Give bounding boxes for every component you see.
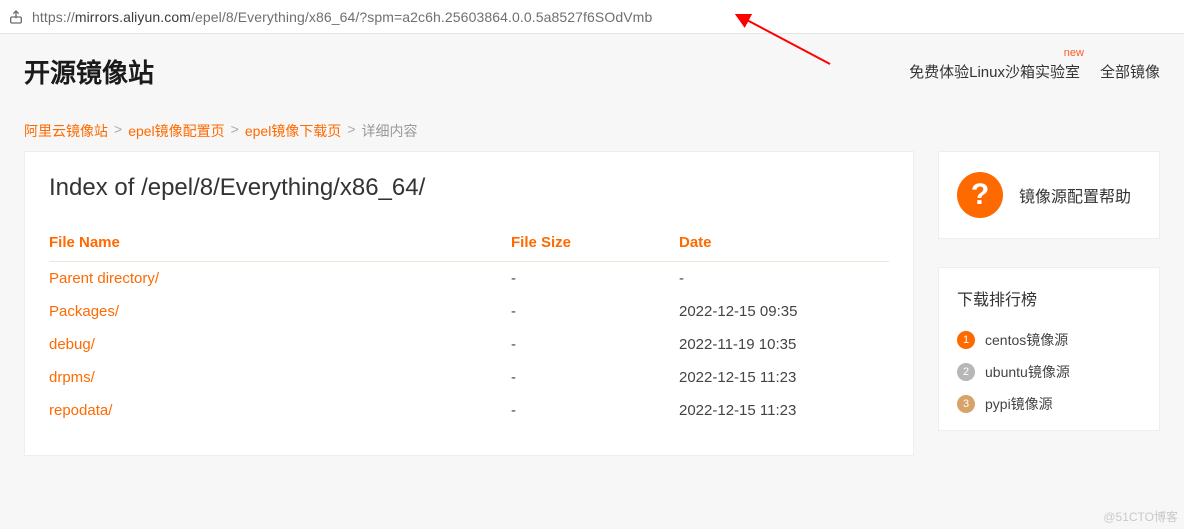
badge-new: new — [1064, 47, 1084, 59]
help-text: 镜像源配置帮助 — [1019, 183, 1131, 207]
watermark: @51CTO博客 — [1103, 508, 1178, 525]
rank-badge: 3 — [957, 395, 975, 413]
table-row: repodata/ -2022-12-15 11:23 — [49, 394, 889, 427]
file-link[interactable]: Packages/ — [49, 303, 119, 320]
file-size: - — [511, 262, 679, 296]
header-link-sandbox[interactable]: new 免费体验Linux沙箱实验室 — [909, 61, 1080, 82]
file-date: 2022-12-15 11:23 — [679, 394, 889, 427]
breadcrumb-item[interactable]: epel镜像配置页 — [128, 121, 224, 141]
file-size: - — [511, 361, 679, 394]
rank-item[interactable]: 3 pypi镜像源 — [957, 388, 1141, 420]
file-date: - — [679, 262, 889, 296]
table-row: Packages/ -2022-12-15 09:35 — [49, 295, 889, 328]
col-header-date[interactable]: Date — [679, 224, 889, 262]
site-header: 开源镜像站 new 免费体验Linux沙箱实验室 全部镜像 — [0, 34, 1184, 109]
browser-url-bar: https://mirrors.aliyun.com/epel/8/Everyt… — [0, 0, 1184, 34]
file-size: - — [511, 394, 679, 427]
site-title[interactable]: 开源镜像站 — [24, 53, 154, 90]
page-title: Index of /epel/8/Everything/x86_64/ — [49, 174, 889, 202]
rank-label: ubuntu镜像源 — [985, 362, 1070, 382]
file-date: 2022-12-15 09:35 — [679, 295, 889, 328]
header-links: new 免费体验Linux沙箱实验室 全部镜像 — [909, 61, 1160, 82]
file-link[interactable]: debug/ — [49, 336, 95, 353]
download-rank-card: 下载排行榜 1 centos镜像源 2 ubuntu镜像源 3 pypi镜像源 — [938, 267, 1160, 431]
file-link[interactable]: repodata/ — [49, 402, 112, 419]
rank-badge: 1 — [957, 331, 975, 349]
breadcrumb-item[interactable]: 阿里云镜像站 — [24, 121, 108, 141]
url-prefix: https:// — [32, 9, 75, 25]
rank-item[interactable]: 2 ubuntu镜像源 — [957, 356, 1141, 388]
question-icon: ? — [957, 172, 1003, 218]
header-link-sandbox-label: 免费体验Linux沙箱实验室 — [909, 64, 1080, 81]
col-header-name[interactable]: File Name — [49, 224, 511, 262]
table-row: Parent directory/ -- — [49, 262, 889, 296]
table-row: debug/ -2022-11-19 10:35 — [49, 328, 889, 361]
table-row: drpms/ -2022-12-15 11:23 — [49, 361, 889, 394]
header-link-all-label: 全部镜像 — [1100, 64, 1160, 81]
rank-item[interactable]: 1 centos镜像源 — [957, 324, 1141, 356]
url-text[interactable]: https://mirrors.aliyun.com/epel/8/Everyt… — [32, 9, 1176, 25]
rank-title: 下载排行榜 — [957, 286, 1141, 310]
file-size: - — [511, 295, 679, 328]
url-host: mirrors.aliyun.com — [75, 9, 191, 25]
file-date: 2022-12-15 11:23 — [679, 361, 889, 394]
share-icon — [8, 9, 24, 25]
breadcrumb-current: 详细内容 — [362, 121, 418, 141]
help-card[interactable]: ? 镜像源配置帮助 — [938, 151, 1160, 239]
header-link-all-mirrors[interactable]: 全部镜像 — [1100, 61, 1160, 82]
file-link[interactable]: drpms/ — [49, 369, 95, 386]
chevron-right-icon: > — [347, 121, 355, 141]
chevron-right-icon: > — [114, 121, 122, 141]
file-size: - — [511, 328, 679, 361]
file-link[interactable]: Parent directory/ — [49, 270, 159, 287]
rank-label: centos镜像源 — [985, 330, 1068, 350]
file-date: 2022-11-19 10:35 — [679, 328, 889, 361]
url-path: /epel/8/Everything/x86_64/?spm=a2c6h.256… — [191, 9, 652, 25]
breadcrumb-item[interactable]: epel镜像下载页 — [245, 121, 341, 141]
col-header-size[interactable]: File Size — [511, 224, 679, 262]
rank-badge: 2 — [957, 363, 975, 381]
rank-label: pypi镜像源 — [985, 394, 1053, 414]
file-table: File Name File Size Date Parent director… — [49, 224, 889, 427]
breadcrumb: 阿里云镜像站 > epel镜像配置页 > epel镜像下载页 > 详细内容 — [0, 109, 1184, 151]
chevron-right-icon: > — [231, 121, 239, 141]
directory-listing-card: Index of /epel/8/Everything/x86_64/ File… — [24, 151, 914, 456]
